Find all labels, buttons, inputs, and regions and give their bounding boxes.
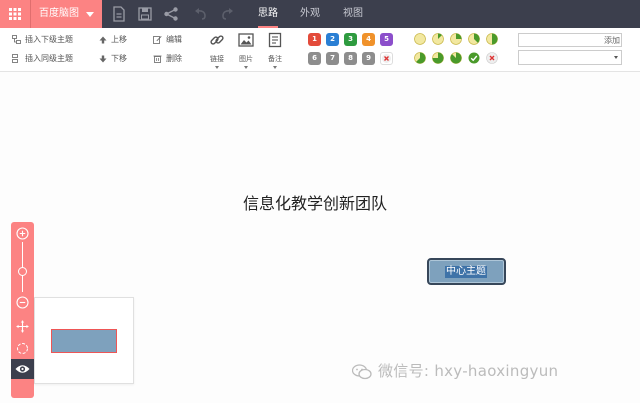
priority-5-icon[interactable]: 5 [380, 33, 393, 46]
brand-label: 百度脑图 [39, 8, 79, 19]
insert-child-label: 插入下级主题 [25, 35, 73, 44]
progress-7-icon[interactable] [450, 52, 462, 64]
insert-child-button[interactable]: 插入下级主题 [12, 34, 73, 45]
wechat-logo-icon [352, 363, 372, 379]
brand-menu-button[interactable]: 百度脑图 [31, 0, 102, 28]
progress-complete-icon[interactable] [468, 52, 480, 64]
top-bar: 百度脑图 思路 外观 视图 [0, 0, 640, 28]
priority-3-icon[interactable]: 3 [344, 33, 357, 46]
link-button[interactable]: 链接 [206, 32, 228, 69]
resource-add-button[interactable]: 添加 [604, 35, 620, 46]
center-topic-node[interactable]: 中心主题 [427, 258, 506, 285]
priority-8-icon[interactable]: 8 [344, 52, 357, 65]
image-icon [238, 33, 254, 47]
edit-label: 编辑 [166, 35, 182, 44]
chevron-down-icon [215, 66, 219, 69]
apps-menu-button[interactable] [0, 0, 31, 28]
chevron-down-icon [614, 56, 618, 59]
toggle-minimap-button[interactable] [11, 359, 34, 379]
priority-2-icon[interactable]: 2 [326, 33, 339, 46]
canvas-title: 信息化教学创新团队 [243, 194, 388, 213]
note-icon [268, 32, 282, 48]
edit-icon [153, 36, 162, 44]
locate-center-icon[interactable] [16, 342, 29, 355]
undo-icon[interactable] [193, 6, 209, 22]
insert-sibling-button[interactable]: 插入同级主题 [12, 53, 73, 64]
chevron-down-icon [86, 12, 94, 17]
image-button[interactable]: 图片 [235, 32, 257, 69]
tab-appearance[interactable]: 外观 [300, 0, 320, 28]
priority-6-icon[interactable]: 6 [308, 52, 321, 65]
progress-0-icon[interactable] [414, 33, 426, 45]
ribbon-toolbar: 插入下级主题 插入同级主题 上移 下移 编辑 删除 链接 图片 备注 1 2 3… [0, 28, 640, 72]
move-down-label: 下移 [111, 54, 127, 63]
arrow-down-icon [99, 55, 107, 62]
progress-3-icon[interactable] [468, 33, 480, 45]
new-file-icon[interactable] [111, 6, 127, 22]
save-icon[interactable] [137, 6, 153, 22]
priority-4-icon[interactable]: 4 [362, 33, 375, 46]
note-label: 备注 [268, 55, 282, 63]
resource-select[interactable] [518, 50, 622, 65]
share-icon[interactable] [163, 6, 179, 22]
zoom-in-icon[interactable] [16, 227, 29, 240]
image-label: 图片 [239, 55, 253, 63]
progress-5-icon[interactable] [414, 52, 426, 64]
progress-1-icon[interactable] [432, 33, 444, 45]
edit-button[interactable]: 编辑 [153, 34, 182, 45]
move-up-button[interactable]: 上移 [99, 34, 127, 45]
remove-priority-icon[interactable] [380, 52, 393, 65]
note-button[interactable]: 备注 [264, 32, 286, 69]
progress-4-icon[interactable] [486, 33, 498, 45]
minimap[interactable] [34, 297, 134, 384]
delete-button[interactable]: 删除 [153, 53, 182, 64]
tab-idea[interactable]: 思路 [258, 0, 278, 28]
watermark-text: 微信号: hxy-haoxingyun [378, 362, 559, 380]
tab-view[interactable]: 视图 [343, 0, 363, 28]
watermark: 微信号: hxy-haoxingyun [352, 360, 558, 381]
move-down-button[interactable]: 下移 [99, 53, 127, 64]
move-up-label: 上移 [111, 35, 127, 44]
progress-6-icon[interactable] [432, 52, 444, 64]
chevron-down-icon [244, 66, 248, 69]
insert-child-icon [12, 35, 21, 44]
progress-2-icon[interactable] [450, 33, 462, 45]
insert-sibling-icon [12, 54, 18, 63]
chevron-down-icon [273, 66, 277, 69]
remove-progress-icon[interactable] [486, 52, 498, 64]
move-icon[interactable] [16, 320, 29, 333]
insert-sibling-label: 插入同级主题 [25, 54, 73, 63]
eye-icon [15, 365, 30, 373]
minimap-viewport-node [51, 329, 117, 353]
navigator-panel [11, 222, 34, 398]
link-icon [210, 35, 224, 45]
center-topic-label: 中心主题 [445, 266, 487, 278]
zoom-slider-handle[interactable] [18, 267, 27, 276]
grid-icon [9, 8, 21, 20]
zoom-out-icon[interactable] [16, 296, 29, 309]
arrow-up-icon [99, 36, 107, 43]
priority-9-icon[interactable]: 9 [362, 52, 375, 65]
priority-7-icon[interactable]: 7 [326, 52, 339, 65]
link-label: 链接 [210, 55, 224, 63]
redo-icon[interactable] [219, 6, 235, 22]
trash-icon [153, 55, 162, 63]
delete-label: 删除 [166, 54, 182, 63]
priority-1-icon[interactable]: 1 [308, 33, 321, 46]
